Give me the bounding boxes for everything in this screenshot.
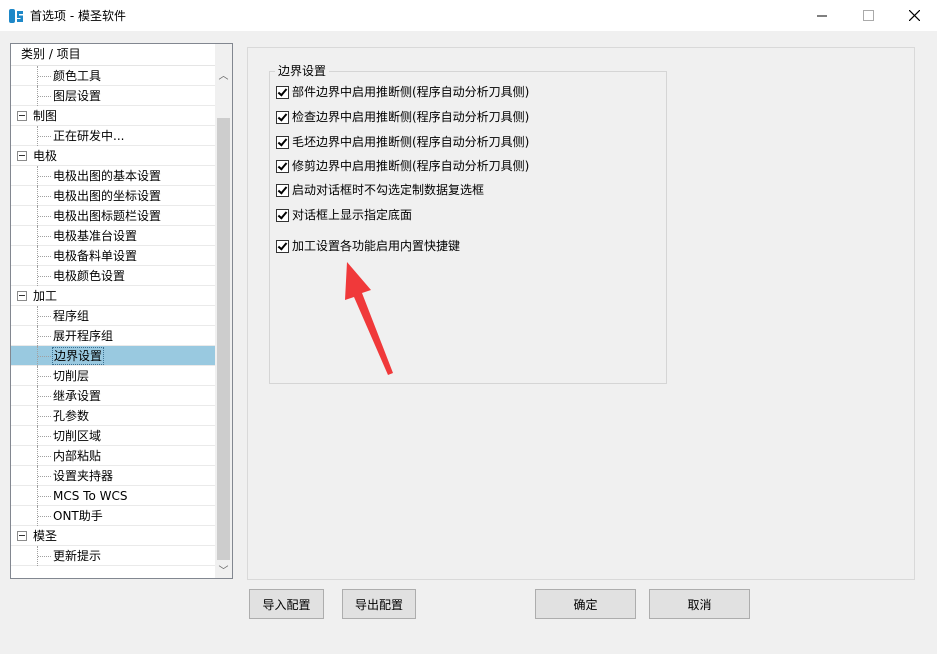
export-config-button[interactable]: 导出配置 <box>342 589 416 619</box>
checkbox-trim-boundary[interactable]: 修剪边界中启用推断侧(程序自动分析刀具侧) <box>276 158 529 174</box>
tree-item-label: 加工 <box>33 289 58 303</box>
tree-item-label: 继承设置 <box>53 389 102 403</box>
checkbox-blank-boundary[interactable]: 毛坯边界中启用推断侧(程序自动分析刀具侧) <box>276 134 529 150</box>
tree-item-label: 程序组 <box>53 309 90 323</box>
checkbox-builtin-shortcuts[interactable]: 加工设置各功能启用内置快捷键 <box>276 238 460 254</box>
tree-item-label: 展开程序组 <box>53 329 114 343</box>
tree-item-row[interactable]: 切削区域 <box>11 426 215 446</box>
tree-item-label: 更新提示 <box>53 549 102 563</box>
tree-item-row[interactable]: 颜色工具 <box>11 66 215 86</box>
tree-item-label: 电极出图标题栏设置 <box>53 209 162 223</box>
tree-item-label: 正在研发中... <box>53 129 125 143</box>
tree-rows: 颜色工具图层设置制图正在研发中... 电极电极出图的基本设置 电极出图的坐标设置 电极… <box>11 66 215 566</box>
tree-group-row[interactable]: 加工 <box>11 286 215 306</box>
tree-item-label: ONT助手 <box>53 509 103 523</box>
checkbox-show-floor[interactable]: 对话框上显示指定底面 <box>276 207 412 223</box>
collapse-icon[interactable] <box>17 151 27 161</box>
collapse-icon[interactable] <box>17 111 27 121</box>
tree-item-label: 设置夹持器 <box>53 469 114 483</box>
tree-group-row[interactable]: 电极 <box>11 146 215 166</box>
scrollbar-thumb[interactable] <box>217 118 230 560</box>
app-logo-icon <box>9 9 23 23</box>
category-tree[interactable]: 类别 / 项目 颜色工具图层设置制图正在研发中... 电极电极出图的基本设置 电极出… <box>10 43 233 579</box>
tree-item-row[interactable]: 更新提示 <box>11 546 215 566</box>
scroll-up-button[interactable]: ︿ <box>215 66 232 83</box>
tree-item-row[interactable]: ONT助手 <box>11 506 215 526</box>
collapse-icon[interactable] <box>17 291 27 301</box>
tree-item-row[interactable]: 正在研发中... <box>11 126 215 146</box>
tree-item-row[interactable]: 电极出图的基本设置 <box>11 166 215 186</box>
tree-item-row[interactable]: 电极出图的坐标设置 <box>11 186 215 206</box>
tree-group-row[interactable]: 制图 <box>11 106 215 126</box>
tree-group-row[interactable]: 模圣 <box>11 526 215 546</box>
checkbox-checked-icon <box>276 135 289 149</box>
checkbox-checked-icon <box>276 159 289 173</box>
tree-item-row[interactable]: 继承设置 <box>11 386 215 406</box>
ok-button[interactable]: 确定 <box>535 589 636 619</box>
tree-header-label: 类别 / 项目 <box>21 47 81 61</box>
tree-item-label: 模圣 <box>33 529 58 543</box>
maximize-button[interactable] <box>845 0 891 31</box>
tree-item-row[interactable]: 设置夹持器 <box>11 466 215 486</box>
chevron-down-icon: ﹀ <box>218 566 229 577</box>
tree-item-row[interactable]: 程序组 <box>11 306 215 326</box>
import-config-button[interactable]: 导入配置 <box>249 589 324 619</box>
collapse-icon[interactable] <box>17 531 27 541</box>
maximize-icon <box>862 10 874 21</box>
checkbox-check-boundary[interactable]: 检查边界中启用推断侧(程序自动分析刀具侧) <box>276 109 529 125</box>
cancel-button[interactable]: 取消 <box>649 589 750 619</box>
group-title: 边界设置 <box>275 63 330 79</box>
checkbox-checked-icon <box>276 208 289 222</box>
tree-item-label: 电极颜色设置 <box>53 269 126 283</box>
checkbox-no-custom-data[interactable]: 启动对话框时不勾选定制数据复选框 <box>276 182 484 198</box>
tree-item-row[interactable]: 孔参数 <box>11 406 215 426</box>
tree-item-row[interactable]: 电极出图标题栏设置 <box>11 206 215 226</box>
tree-scrollbar[interactable]: ︿ ﹀ <box>215 44 232 578</box>
tree-item-label: 电极基准台设置 <box>53 229 138 243</box>
tree-item-row[interactable]: 切削层 <box>11 366 215 386</box>
tree-item-label: 电极出图的基本设置 <box>53 169 162 183</box>
close-icon <box>908 10 920 21</box>
tree-column-header[interactable]: 类别 / 项目 <box>11 44 215 66</box>
tree-item-row[interactable]: 电极基准台设置 <box>11 226 215 246</box>
tree-item-label: 颜色工具 <box>53 69 102 83</box>
window-title: 首选项 - 模圣软件 <box>30 9 126 23</box>
tree-item-row[interactable]: 电极颜色设置 <box>11 266 215 286</box>
checkbox-checked-icon <box>276 85 289 99</box>
chevron-up-icon: ︿ <box>218 71 229 82</box>
tree-item-label: 切削区域 <box>53 429 102 443</box>
minimize-icon <box>817 15 827 16</box>
tree-item-label: 内部粘贴 <box>53 449 102 463</box>
scroll-down-button[interactable]: ﹀ <box>215 561 232 578</box>
tree-item-label: 切削层 <box>53 369 90 383</box>
tree-item-label: 电极 <box>33 149 58 163</box>
checkbox-part-boundary[interactable]: 部件边界中启用推断侧(程序自动分析刀具侧) <box>276 84 529 100</box>
tree-item-label: 边界设置 <box>52 347 105 365</box>
tree-item-row[interactable]: 电极备料单设置 <box>11 246 215 266</box>
checkbox-checked-icon <box>276 239 289 253</box>
tree-item-row[interactable]: 图层设置 <box>11 86 215 106</box>
checkbox-checked-icon <box>276 183 289 197</box>
tree-item-row[interactable]: MCS To WCS <box>11 486 215 506</box>
title-bar: 首选项 - 模圣软件 <box>0 0 937 31</box>
minimize-button[interactable] <box>799 0 845 31</box>
tree-item-label: 制图 <box>33 109 58 123</box>
tree-item-row[interactable]: 内部粘贴 <box>11 446 215 466</box>
tree-item-label: 孔参数 <box>53 409 90 423</box>
tree-item-label: 图层设置 <box>53 89 102 103</box>
tree-item-row[interactable]: 边界设置 <box>11 346 215 366</box>
tree-item-label: MCS To WCS <box>53 489 128 503</box>
tree-item-label: 电极备料单设置 <box>53 249 138 263</box>
checkbox-checked-icon <box>276 110 289 124</box>
close-button[interactable] <box>891 0 937 31</box>
tree-item-row[interactable]: 展开程序组 <box>11 326 215 346</box>
annotation-arrow-icon <box>345 262 393 375</box>
tree-item-label: 电极出图的坐标设置 <box>53 189 162 203</box>
